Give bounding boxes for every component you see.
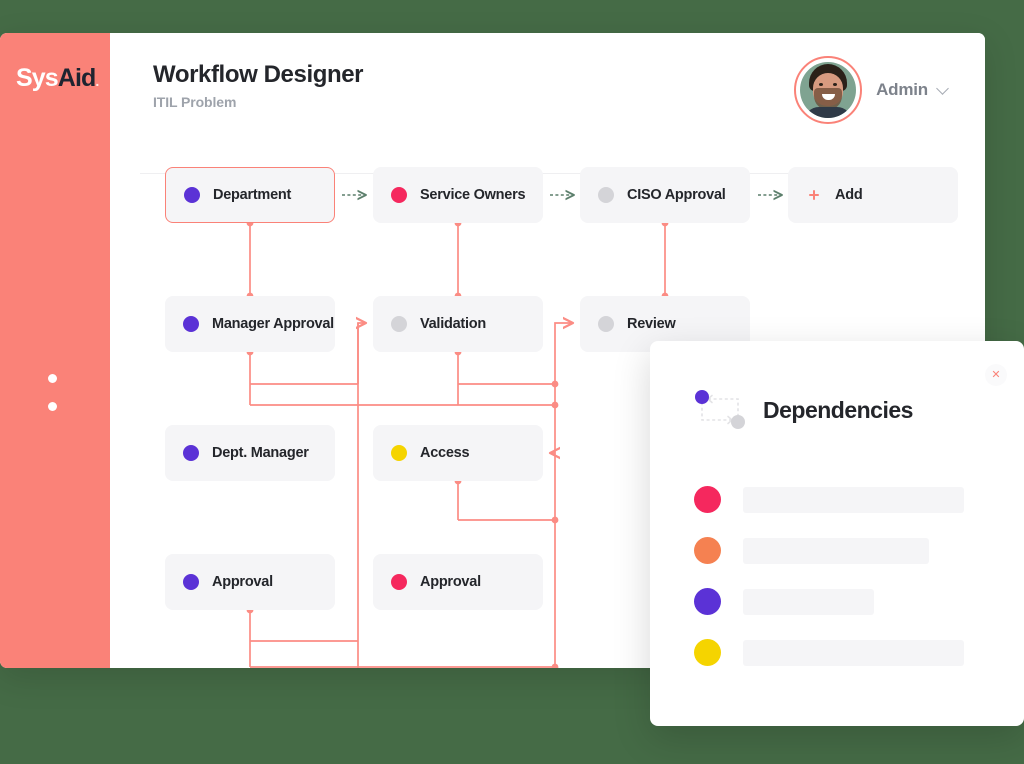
node-status-dot <box>391 445 407 461</box>
sidebar-nav-dot-2[interactable] <box>48 402 57 411</box>
dependencies-list <box>694 474 994 678</box>
node-status-dot <box>391 187 407 203</box>
dependency-list-item[interactable] <box>694 474 994 525</box>
node-label: Validation <box>420 316 486 332</box>
sysaid-logo[interactable]: SysAid. <box>16 64 99 92</box>
node-status-dot <box>183 574 199 590</box>
workflow-node-dept-manager[interactable]: Dept. Manager <box>165 425 335 481</box>
workflow-node-service-owners[interactable]: Service Owners <box>373 167 543 223</box>
dependency-color-dot <box>694 486 721 513</box>
dependencies-header: Dependencies <box>694 389 913 431</box>
workflow-node-department[interactable]: Department <box>165 167 335 223</box>
workflow-node-approval-left[interactable]: Approval <box>165 554 335 610</box>
dependency-placeholder-bar <box>743 639 964 666</box>
node-label: Dept. Manager <box>212 445 309 461</box>
node-label: Approval <box>420 574 481 590</box>
node-label: Manager Approval <box>212 316 334 332</box>
node-status-dot <box>598 316 614 332</box>
dependencies-panel: ✕ Dependencies <box>650 341 1024 726</box>
workflow-node-manager-approval[interactable]: Manager Approval <box>165 296 335 352</box>
dependencies-title: Dependencies <box>763 396 913 423</box>
node-status-dot <box>598 187 614 203</box>
dependency-color-dot <box>694 537 721 564</box>
dependency-list-item[interactable] <box>694 627 994 678</box>
node-label: Department <box>213 187 292 203</box>
logo-text-sys: Sys <box>16 64 59 92</box>
workflow-node-add[interactable]: Add <box>788 167 958 223</box>
node-label: Service Owners <box>420 187 526 203</box>
node-status-dot <box>391 316 407 332</box>
sidebar: SysAid. <box>0 33 110 668</box>
close-icon[interactable]: ✕ <box>985 364 1007 386</box>
node-label: Review <box>627 316 676 332</box>
dependency-color-dot <box>694 588 721 615</box>
node-status-dot <box>183 445 199 461</box>
dependency-list-item[interactable] <box>694 525 994 576</box>
node-status-dot <box>391 574 407 590</box>
node-status-dot <box>184 187 200 203</box>
logo-text-aid: Aid <box>57 64 96 92</box>
dependency-placeholder-bar <box>743 486 964 513</box>
node-label: Add <box>835 187 863 203</box>
node-label: Access <box>420 445 470 461</box>
workflow-node-ciso-approval[interactable]: CISO Approval <box>580 167 750 223</box>
workflow-node-approval-right[interactable]: Approval <box>373 554 543 610</box>
dependency-placeholder-bar <box>743 537 929 564</box>
node-label: CISO Approval <box>627 187 726 203</box>
node-label: Approval <box>212 574 273 590</box>
plus-icon <box>806 187 822 203</box>
node-status-dot <box>183 316 199 332</box>
logo-mark: . <box>95 73 99 89</box>
dependency-loop-icon <box>695 390 745 429</box>
sidebar-nav-dot-1[interactable] <box>48 374 57 383</box>
workflow-node-validation[interactable]: Validation <box>373 296 543 352</box>
workflow-node-access[interactable]: Access <box>373 425 543 481</box>
dependency-placeholder-bar <box>743 588 874 615</box>
dependency-list-item[interactable] <box>694 576 994 627</box>
dependency-color-dot <box>694 639 721 666</box>
